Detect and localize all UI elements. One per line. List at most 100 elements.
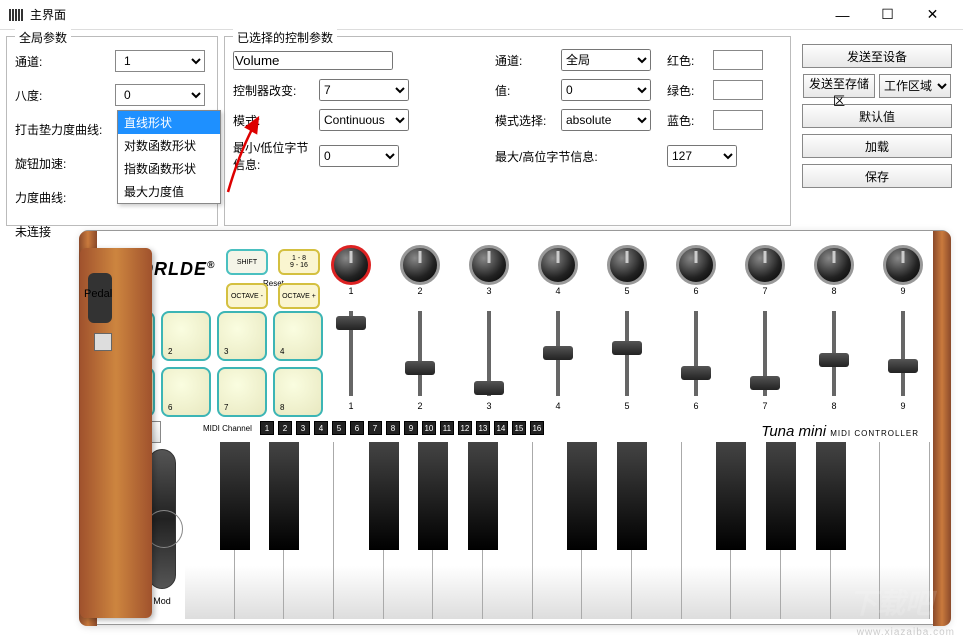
selected-panel-title: 已选择的控制参数 [233, 29, 337, 46]
mode-select[interactable]: Continuous [319, 109, 409, 131]
slider-8[interactable]: 8 [814, 311, 854, 406]
pad-6[interactable]: 6 [161, 367, 211, 417]
midi-channel-row: MIDI Channel 12345678910111213141516 [203, 421, 544, 435]
selected-params-panel: 已选择的控制参数 通道: 全局 红色: 控制器改变: 7 值: 0 绿色: 模式… [224, 36, 791, 226]
black-key-12[interactable] [766, 442, 796, 550]
dropdown-item-log[interactable]: 对数函数形状 [118, 134, 220, 157]
maximize-button[interactable]: ☐ [865, 0, 910, 30]
slider-9[interactable]: 9 [883, 311, 923, 406]
dropdown-item-linear[interactable]: 直线形状 [118, 111, 220, 134]
store-area-select[interactable]: 工作区域 [879, 74, 951, 98]
pad-3[interactable]: 3 [217, 311, 267, 361]
black-key-11[interactable] [716, 442, 746, 550]
dropdown-item-exp[interactable]: 指数函数形状 [118, 157, 220, 180]
default-button[interactable]: 默认值 [802, 104, 952, 128]
black-key-1[interactable] [220, 442, 250, 550]
minimize-button[interactable]: — [820, 0, 865, 30]
pad-8[interactable]: 8 [273, 367, 323, 417]
app-icon [8, 7, 24, 23]
midi-ch-8[interactable]: 8 [386, 421, 400, 435]
blue-color-picker[interactable] [713, 110, 763, 130]
device-model-label: Tuna mini MIDI CONTROLLER [761, 423, 919, 440]
sel-channel-select[interactable]: 全局 [561, 49, 651, 71]
cc-select[interactable]: 7 [319, 79, 409, 101]
midi-ch-14[interactable]: 14 [494, 421, 508, 435]
knob-7[interactable]: 7 [745, 245, 785, 285]
midi-ch-3[interactable]: 3 [296, 421, 310, 435]
midi-controller-device: WORLDE® SHIFT 1 - 8 9 - 16 Reset OCTAVE … [80, 230, 950, 625]
green-label: 绿色: [667, 82, 707, 99]
octave-select[interactable]: 0 [115, 84, 205, 106]
knob-8[interactable]: 8 [814, 245, 854, 285]
high-label: 最大/高位字节信息: [495, 148, 661, 165]
save-button[interactable]: 保存 [802, 164, 952, 188]
close-button[interactable]: ✕ [910, 0, 955, 30]
black-key-8[interactable] [567, 442, 597, 550]
knob-9[interactable]: 9 [883, 245, 923, 285]
black-key-5[interactable] [418, 442, 448, 550]
range-button[interactable]: 1 - 8 9 - 16 [278, 249, 320, 275]
octave-plus-button[interactable]: OCTAVE + [278, 283, 320, 309]
slider-6[interactable]: 6 [676, 311, 716, 406]
knob-1[interactable]: 1 [331, 245, 371, 285]
midi-ch-15[interactable]: 15 [512, 421, 526, 435]
low-label: 最小/低位字节信息: [233, 139, 313, 173]
midi-ch-11[interactable]: 11 [440, 421, 454, 435]
mode-sel-select[interactable]: absolute [561, 109, 651, 131]
mod-wheel[interactable]: Mod [148, 449, 176, 589]
knob-row: 123456789 [331, 245, 923, 285]
pad-curve-label: 打击垫力度曲线: [15, 121, 115, 138]
black-key-2[interactable] [269, 442, 299, 550]
midi-ch-16[interactable]: 16 [530, 421, 544, 435]
midi-ch-10[interactable]: 10 [422, 421, 436, 435]
titlebar: 主界面 — ☐ ✕ [0, 0, 963, 30]
slider-4[interactable]: 4 [538, 311, 578, 406]
black-key-6[interactable] [468, 442, 498, 550]
red-color-picker[interactable] [713, 50, 763, 70]
knob-2[interactable]: 2 [400, 245, 440, 285]
shift-button[interactable]: SHIFT [226, 249, 268, 275]
black-key-4[interactable] [369, 442, 399, 550]
midi-ch-12[interactable]: 12 [458, 421, 472, 435]
midi-ch-13[interactable]: 13 [476, 421, 490, 435]
pedal-side-panel: Pedal [80, 248, 152, 618]
knob-3[interactable]: 3 [469, 245, 509, 285]
slider-3[interactable]: 3 [469, 311, 509, 406]
black-key-13[interactable] [816, 442, 846, 550]
action-buttons-panel: 发送至设备 发送至存储区 工作区域 默认值 加载 保存 [797, 36, 957, 226]
octave-minus-button[interactable]: OCTAVE - [226, 283, 268, 309]
midi-ch-5[interactable]: 5 [332, 421, 346, 435]
value-select[interactable]: 0 [561, 79, 651, 101]
knob-6[interactable]: 6 [676, 245, 716, 285]
slider-2[interactable]: 2 [400, 311, 440, 406]
slider-5[interactable]: 5 [607, 311, 647, 406]
low-select[interactable]: 0 [319, 145, 399, 167]
midi-ch-4[interactable]: 4 [314, 421, 328, 435]
channel-select[interactable]: 1 [115, 50, 205, 72]
piano-keys [185, 442, 930, 619]
param-name-input[interactable] [233, 51, 393, 70]
midi-ch-7[interactable]: 7 [368, 421, 382, 435]
knob-4[interactable]: 4 [538, 245, 578, 285]
high-select[interactable]: 127 [667, 145, 737, 167]
send-store-button[interactable]: 发送至存储区 [803, 74, 875, 98]
global-panel-title: 全局参数 [15, 29, 71, 46]
mode-label: 模式: [233, 112, 313, 129]
green-color-picker[interactable] [713, 80, 763, 100]
midi-ch-1[interactable]: 1 [260, 421, 274, 435]
slider-1[interactable]: 1 [331, 311, 371, 406]
slider-row: 123456789 [331, 311, 923, 406]
slider-7[interactable]: 7 [745, 311, 785, 406]
dropdown-item-max[interactable]: 最大力度值 [118, 180, 220, 203]
pad-7[interactable]: 7 [217, 367, 267, 417]
midi-ch-6[interactable]: 6 [350, 421, 364, 435]
send-device-button[interactable]: 发送至设备 [802, 44, 952, 68]
knob-5[interactable]: 5 [607, 245, 647, 285]
pad-2[interactable]: 2 [161, 311, 211, 361]
vel-curve-label: 力度曲线: [15, 189, 115, 206]
midi-ch-2[interactable]: 2 [278, 421, 292, 435]
pad-4[interactable]: 4 [273, 311, 323, 361]
midi-ch-9[interactable]: 9 [404, 421, 418, 435]
load-button[interactable]: 加载 [802, 134, 952, 158]
black-key-9[interactable] [617, 442, 647, 550]
